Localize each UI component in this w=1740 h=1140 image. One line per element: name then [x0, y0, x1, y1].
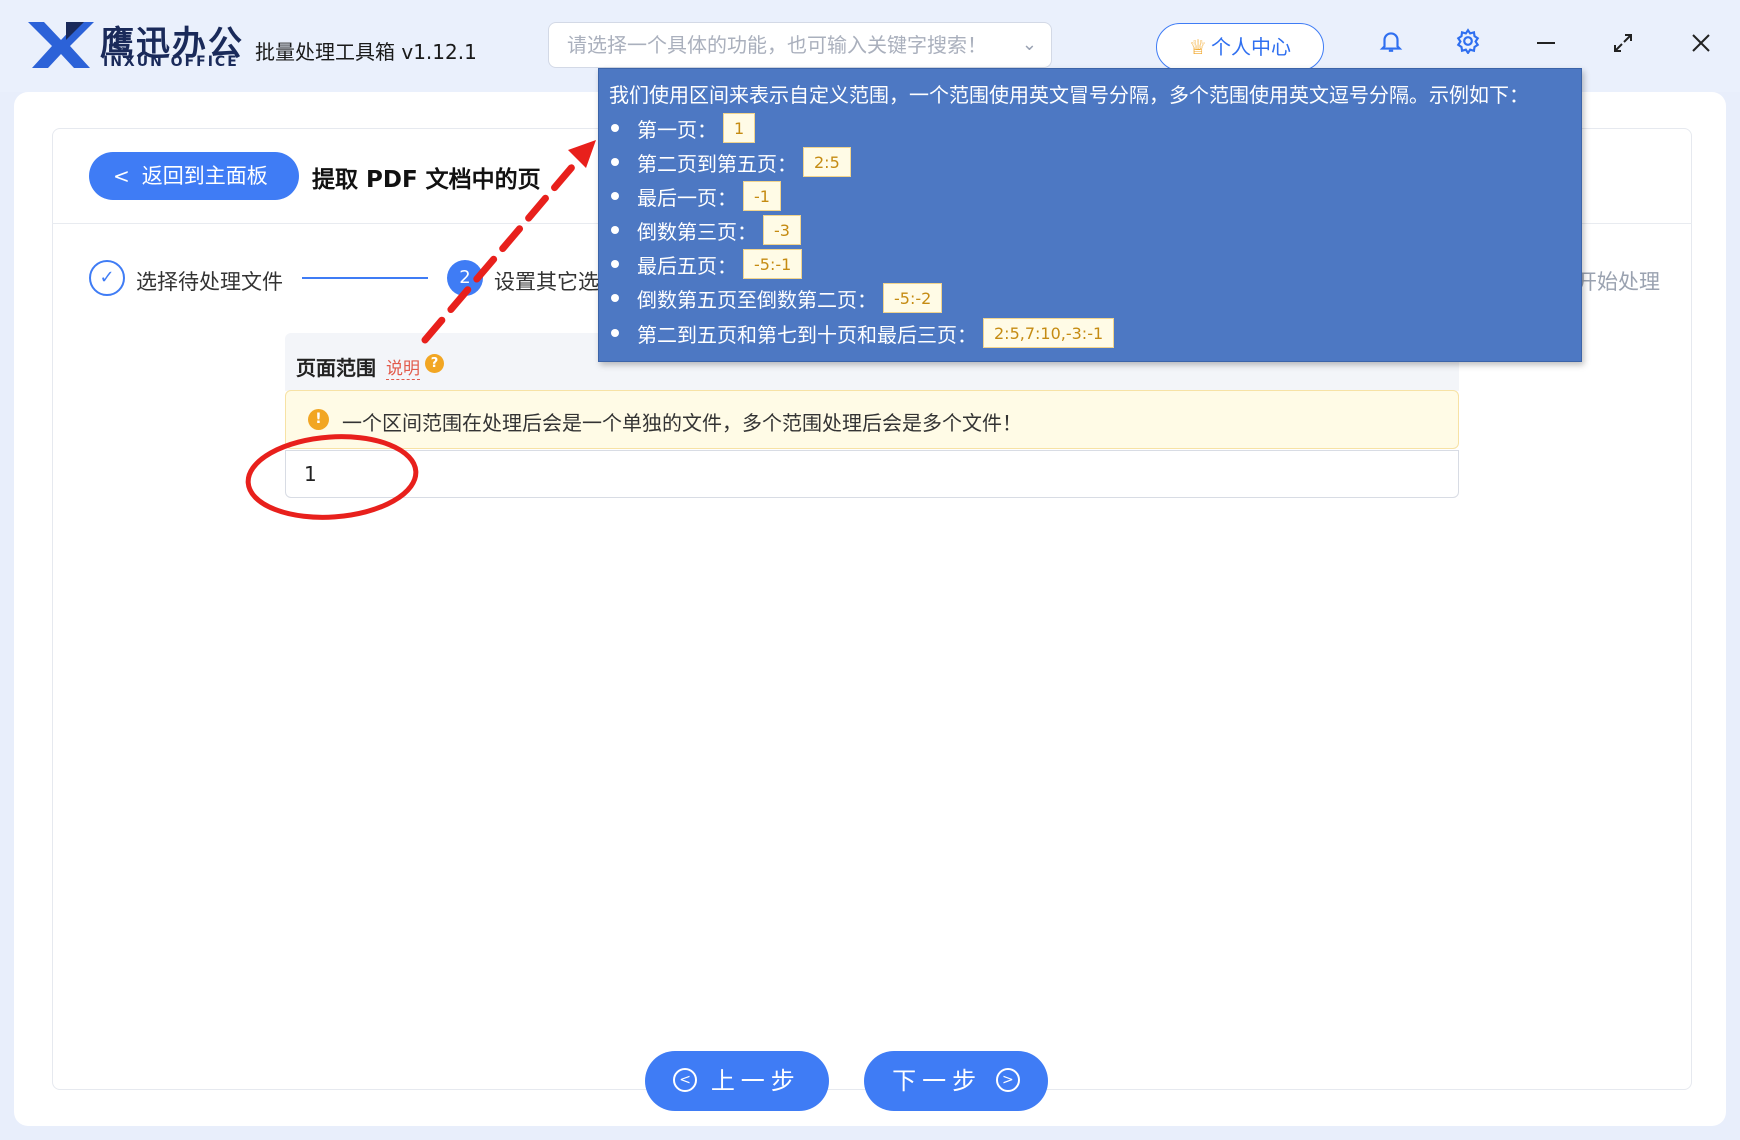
- tooltip-item-label: 最后五页：: [637, 253, 737, 278]
- chevron-left-icon: <: [113, 164, 130, 188]
- bell-icon[interactable]: [1373, 28, 1409, 64]
- warning-text: 一个区间范围在处理后会是一个单独的文件，多个范围处理后会是多个文件！: [342, 411, 1022, 435]
- tooltip-item-code: -5:-1: [743, 249, 803, 279]
- warning-alert: ! 一个区间范围在处理后会是一个单独的文件，多个范围处理后会是多个文件！: [285, 390, 1459, 449]
- explain-link[interactable]: 说明: [386, 354, 420, 380]
- tooltip-item: 第一页： 1: [609, 111, 756, 145]
- chevron-right-circle-icon: >: [995, 1068, 1020, 1092]
- next-step-label: 下一步: [892, 1067, 983, 1095]
- page-range-label: 页面范围: [296, 356, 376, 380]
- close-icon[interactable]: [1683, 28, 1719, 64]
- minimize-icon[interactable]: [1528, 28, 1564, 64]
- tooltip-item: 第二页到第五页： 2:5: [609, 145, 851, 179]
- tooltip-item-label: 最后一页：: [637, 185, 737, 210]
- step-1-label: 选择待处理文件: [136, 270, 283, 294]
- tooltip-item-label: 倒数第五页至倒数第二页：: [637, 287, 877, 312]
- step-2-number: 2: [447, 260, 483, 296]
- tooltip-item-code: -1: [743, 181, 781, 211]
- tooltip-item-code: 1: [723, 113, 756, 143]
- step-2-label: 设置其它选: [494, 270, 599, 294]
- tooltip-item-label: 第一页：: [637, 117, 717, 142]
- page-title: 提取 PDF 文档中的页: [312, 167, 541, 193]
- warning-icon: !: [308, 409, 329, 430]
- tooltip-item-label: 第二页到第五页：: [637, 151, 797, 176]
- tooltip-item: 倒数第五页至倒数第二页： -5:-2: [609, 281, 943, 315]
- back-to-dashboard-button[interactable]: < 返回到主面板: [89, 152, 299, 200]
- step-connector: [302, 277, 428, 279]
- inxun-logo-icon: [28, 22, 94, 68]
- user-center-button[interactable]: ♕ 个人中心: [1156, 23, 1324, 71]
- app-title: 批量处理工具箱 v1.12.1: [255, 40, 477, 64]
- search-input[interactable]: 请选择一个具体的功能，也可输入关键字搜索！ ⌄: [548, 22, 1052, 68]
- tooltip-item-code: 2:5: [803, 147, 851, 177]
- tooltip-item: 最后一页： -1: [609, 179, 781, 213]
- back-label: 返回到主面板: [141, 164, 268, 188]
- tooltip-item-label: 倒数第三页：: [637, 219, 757, 244]
- next-step-button[interactable]: 下一步 >: [864, 1051, 1048, 1111]
- tooltip-item-code: -3: [763, 215, 801, 245]
- step-3-label: 开始处理: [1576, 270, 1660, 294]
- chevron-left-circle-icon: <: [673, 1068, 698, 1092]
- crown-icon: ♕: [1189, 35, 1207, 59]
- tooltip-item-label: 第二到五页和第七到十页和最后三页：: [637, 322, 977, 347]
- chevron-down-icon[interactable]: ⌄: [1022, 23, 1037, 67]
- search-placeholder: 请选择一个具体的功能，也可输入关键字搜索！: [567, 33, 987, 57]
- tooltip-item: 倒数第三页： -3: [609, 213, 801, 247]
- tooltip-title: 我们使用区间来表示自定义范围，一个范围使用英文冒号分隔，多个范围使用英文逗号分隔…: [609, 83, 1529, 107]
- prev-step-button[interactable]: < 上一步: [645, 1051, 829, 1111]
- maximize-icon[interactable]: [1605, 28, 1641, 64]
- step-1-check-icon: ✓: [89, 260, 125, 296]
- tooltip-item-code: -5:-2: [883, 283, 943, 313]
- tooltip-item: 最后五页： -5:-1: [609, 247, 803, 281]
- question-icon[interactable]: ?: [425, 354, 444, 373]
- page-range-input[interactable]: [285, 450, 1459, 498]
- brand-name-en: INXUN OFFICE: [103, 54, 239, 70]
- tooltip-item: 第二到五页和第七到十页和最后三页： 2:5,7:10,-3:-1: [609, 316, 1115, 350]
- gear-icon[interactable]: [1450, 28, 1486, 64]
- range-help-tooltip: 我们使用区间来表示自定义范围，一个范围使用英文冒号分隔，多个范围使用英文逗号分隔…: [598, 68, 1582, 362]
- user-center-label: 个人中心: [1210, 35, 1291, 59]
- tooltip-item-code: 2:5,7:10,-3:-1: [983, 318, 1115, 348]
- prev-step-label: 上一步: [710, 1067, 801, 1095]
